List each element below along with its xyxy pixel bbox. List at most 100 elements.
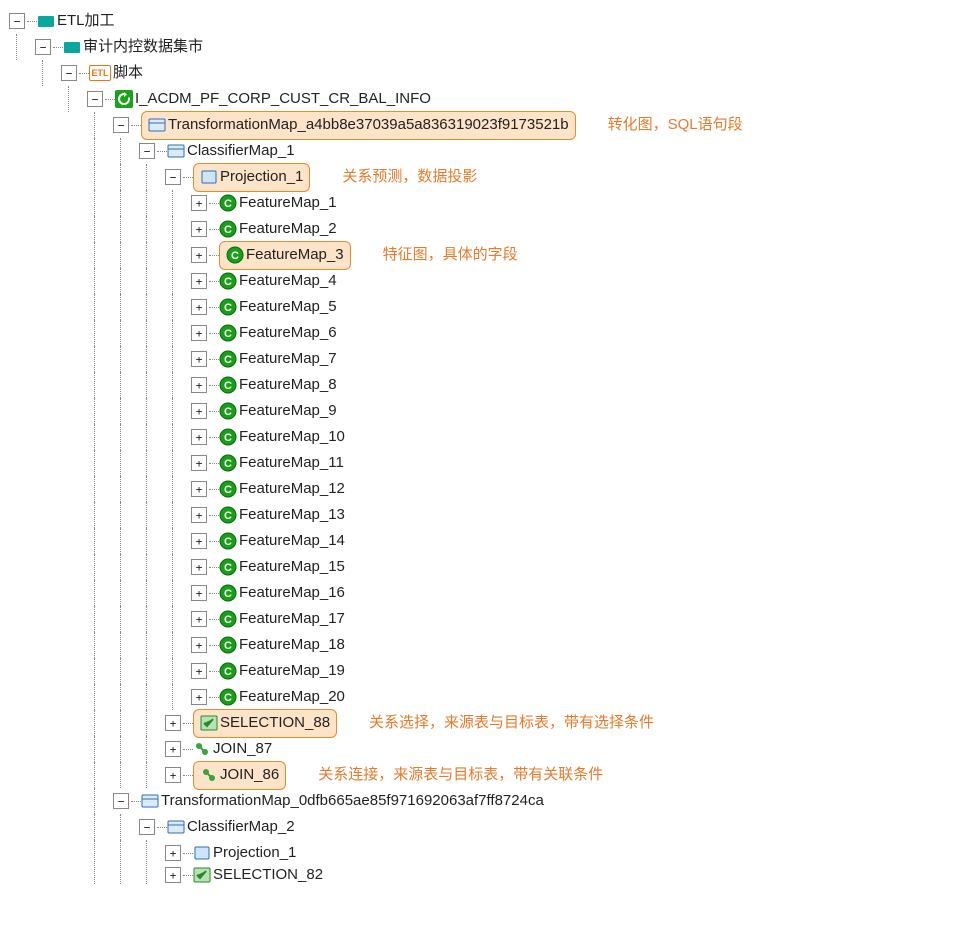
transformation-map-icon [148, 116, 166, 134]
feature-map-icon: C [219, 558, 237, 576]
toggle-icon[interactable] [191, 455, 207, 471]
toggle-icon[interactable] [61, 65, 77, 81]
feature-map-icon: C [219, 688, 237, 706]
svg-text:C: C [224, 328, 232, 340]
tree-node-feature[interactable]: FeatureMap_17 [239, 606, 345, 632]
svg-text:C: C [224, 302, 232, 314]
tree-node-feature[interactable]: FeatureMap_8 [239, 372, 337, 398]
classifier-map-icon [167, 142, 185, 160]
svg-text:C: C [231, 250, 239, 262]
projection-icon [193, 844, 211, 862]
feature-map-icon: C [219, 428, 237, 446]
annotation-sel: 关系选择，来源表与目标表，带有选择条件 [369, 710, 654, 736]
toggle-icon[interactable] [191, 663, 207, 679]
tree-node-feature[interactable]: FeatureMap_20 [239, 684, 345, 710]
toggle-icon[interactable] [191, 221, 207, 237]
toggle-icon[interactable] [191, 585, 207, 601]
svg-text:C: C [224, 510, 232, 522]
toggle-icon[interactable] [191, 325, 207, 341]
toggle-icon[interactable] [191, 195, 207, 211]
svg-text:C: C [224, 198, 232, 210]
feature-map-icon: C [219, 350, 237, 368]
toggle-icon[interactable] [191, 637, 207, 653]
tree-node-feature[interactable]: FeatureMap_18 [239, 632, 345, 658]
tree-node-feature[interactable]: FeatureMap_13 [239, 502, 345, 528]
tree-node-feature[interactable]: FeatureMap_9 [239, 398, 337, 424]
tree-node-feature[interactable]: FeatureMap_10 [239, 424, 345, 450]
tree-node-script[interactable]: 脚本 [113, 60, 143, 86]
tree-node-feature[interactable]: FeatureMap_7 [239, 346, 337, 372]
tree-node-proj2[interactable]: Projection_1 [213, 840, 296, 866]
toggle-icon[interactable] [165, 867, 181, 883]
tree-node-feature[interactable]: FeatureMap_6 [239, 320, 337, 346]
svg-text:C: C [224, 484, 232, 496]
annotation-proj: 关系预测，数据投影 [342, 164, 477, 190]
tree-node-feature[interactable]: FeatureMap_19 [239, 658, 345, 684]
svg-text:C: C [224, 562, 232, 574]
toggle-icon[interactable] [191, 351, 207, 367]
tree-node-feature[interactable]: FeatureMap_3 [246, 242, 344, 268]
tree-node-clf2[interactable]: ClassifierMap_2 [187, 814, 295, 840]
tree-node-join87[interactable]: JOIN_87 [213, 736, 272, 762]
toggle-icon[interactable] [191, 481, 207, 497]
toggle-icon[interactable] [165, 715, 181, 731]
toggle-icon[interactable] [87, 91, 103, 107]
toggle-icon[interactable] [191, 403, 207, 419]
transformation-map-icon [141, 792, 159, 810]
feature-map-icon: C [219, 480, 237, 498]
tree-node-feature[interactable]: FeatureMap_4 [239, 268, 337, 294]
annotation-tmap: 转化图，SQL语句段 [608, 112, 743, 138]
tree-node-feature[interactable]: FeatureMap_16 [239, 580, 345, 606]
svg-text:C: C [224, 406, 232, 418]
toggle-icon[interactable] [191, 689, 207, 705]
selection-icon [200, 714, 218, 732]
toggle-icon[interactable] [35, 39, 51, 55]
svg-text:C: C [224, 692, 232, 704]
tree-node-feature[interactable]: FeatureMap_15 [239, 554, 345, 580]
tree-node-tmap1[interactable]: TransformationMap_a4bb8e37039a5a83631902… [168, 112, 569, 138]
svg-text:C: C [224, 536, 232, 548]
toggle-icon[interactable] [191, 247, 207, 263]
tree-node-feature[interactable]: FeatureMap_2 [239, 216, 337, 242]
toggle-icon[interactable] [191, 559, 207, 575]
toggle-icon[interactable] [139, 143, 155, 159]
svg-text:C: C [224, 432, 232, 444]
svg-text:C: C [224, 614, 232, 626]
toggle-icon[interactable] [191, 429, 207, 445]
tree-node-tmap2[interactable]: TransformationMap_0dfb665ae85f971692063a… [161, 788, 544, 814]
tree-node-task[interactable]: I_ACDM_PF_CORP_CUST_CR_BAL_INFO [135, 86, 431, 112]
toggle-icon[interactable] [191, 611, 207, 627]
toggle-icon[interactable] [139, 819, 155, 835]
toggle-icon[interactable] [191, 377, 207, 393]
tree-node-etl[interactable]: ETL加工 [57, 8, 115, 34]
toggle-icon[interactable] [9, 13, 25, 29]
toggle-icon[interactable] [165, 741, 181, 757]
toggle-icon[interactable] [165, 767, 181, 783]
tree-node-feature[interactable]: FeatureMap_14 [239, 528, 345, 554]
etl-icon: ETL [89, 65, 111, 81]
toggle-icon[interactable] [191, 273, 207, 289]
tree-node-feature[interactable]: FeatureMap_11 [239, 450, 344, 476]
tree-node-feature[interactable]: FeatureMap_12 [239, 476, 345, 502]
tree-node-sel88[interactable]: SELECTION_88 [220, 710, 330, 736]
toggle-icon[interactable] [165, 169, 181, 185]
toggle-icon[interactable] [113, 793, 129, 809]
feature-map-icon: C [219, 532, 237, 550]
tree-node-feature[interactable]: FeatureMap_5 [239, 294, 337, 320]
svg-text:C: C [224, 666, 232, 678]
toggle-icon[interactable] [191, 533, 207, 549]
selection-icon [193, 866, 211, 884]
svg-text:C: C [224, 354, 232, 366]
svg-text:C: C [224, 588, 232, 600]
tree-node-proj1[interactable]: Projection_1 [220, 164, 303, 190]
toggle-icon[interactable] [165, 845, 181, 861]
toggle-icon[interactable] [113, 117, 129, 133]
tree-node-sel82[interactable]: SELECTION_82 [213, 866, 323, 884]
toggle-icon[interactable] [191, 299, 207, 315]
svg-text:C: C [224, 640, 232, 652]
toggle-icon[interactable] [191, 507, 207, 523]
tree-node-audit[interactable]: 审计内控数据集市 [83, 34, 203, 60]
tree-node-clf1[interactable]: ClassifierMap_1 [187, 138, 295, 164]
tree-node-join86[interactable]: JOIN_86 [220, 762, 279, 788]
tree-node-feature[interactable]: FeatureMap_1 [239, 190, 337, 216]
